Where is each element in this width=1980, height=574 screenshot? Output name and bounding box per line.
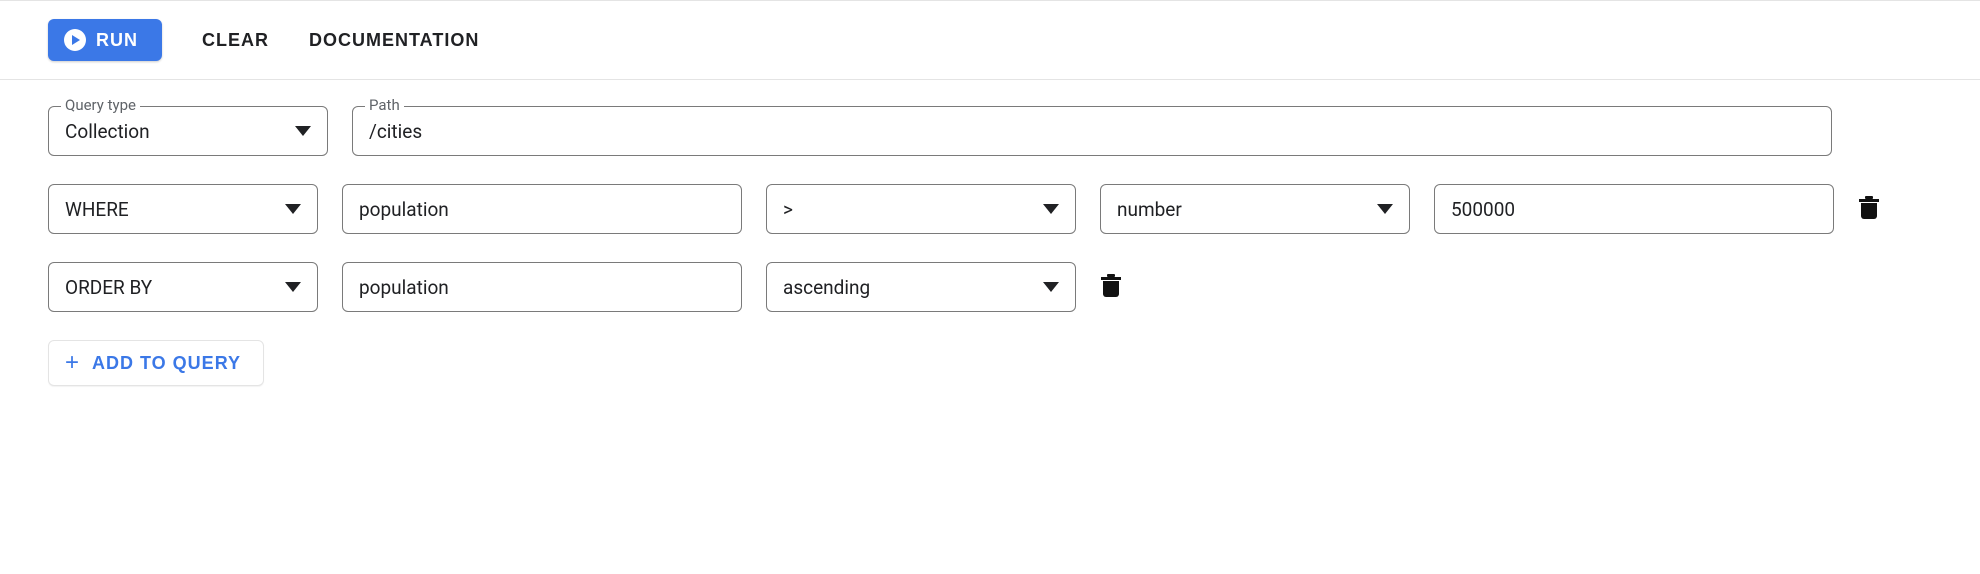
orderby-row: ORDER BY ascending bbox=[48, 262, 1932, 312]
where-clause-select[interactable]: WHERE bbox=[48, 184, 318, 234]
where-operator-value: > bbox=[783, 198, 1031, 221]
chevron-down-icon bbox=[1377, 204, 1393, 214]
path-input[interactable] bbox=[369, 120, 1815, 143]
path-input-field[interactable]: Path bbox=[352, 106, 1832, 156]
trash-icon bbox=[1859, 199, 1879, 202]
where-type-select[interactable]: number bbox=[1100, 184, 1410, 234]
chevron-down-icon bbox=[285, 204, 301, 214]
where-row: WHERE > number bbox=[48, 184, 1932, 234]
run-label: RUN bbox=[96, 30, 138, 51]
orderby-field[interactable] bbox=[359, 276, 725, 299]
add-row: + ADD TO QUERY bbox=[48, 340, 1932, 386]
orderby-clause-select[interactable]: ORDER BY bbox=[48, 262, 318, 312]
query-builder: Query type Collection Path WHERE > numbe… bbox=[0, 80, 1980, 412]
where-value[interactable] bbox=[1451, 198, 1817, 221]
add-to-query-label: ADD TO QUERY bbox=[92, 353, 241, 374]
query-type-path-row: Query type Collection Path bbox=[48, 106, 1932, 156]
orderby-clause-label: ORDER BY bbox=[65, 276, 273, 299]
query-type-legend: Query type bbox=[61, 96, 140, 114]
add-to-query-button[interactable]: + ADD TO QUERY bbox=[48, 340, 264, 386]
toolbar: RUN CLEAR DOCUMENTATION bbox=[0, 0, 1980, 80]
query-type-value: Collection bbox=[65, 120, 283, 143]
where-field[interactable] bbox=[359, 198, 725, 221]
query-type-select[interactable]: Query type Collection bbox=[48, 106, 328, 156]
orderby-direction-select[interactable]: ascending bbox=[766, 262, 1076, 312]
path-legend: Path bbox=[365, 96, 404, 114]
chevron-down-icon bbox=[295, 126, 311, 136]
where-value-input[interactable] bbox=[1434, 184, 1834, 234]
orderby-direction-value: ascending bbox=[783, 276, 1031, 299]
chevron-down-icon bbox=[1043, 204, 1059, 214]
play-icon bbox=[64, 29, 86, 51]
documentation-link[interactable]: DOCUMENTATION bbox=[309, 30, 479, 51]
clear-button[interactable]: CLEAR bbox=[202, 30, 269, 51]
where-operator-select[interactable]: > bbox=[766, 184, 1076, 234]
run-button[interactable]: RUN bbox=[48, 19, 162, 61]
delete-orderby-button[interactable] bbox=[1100, 277, 1122, 297]
where-type-value: number bbox=[1117, 198, 1365, 221]
delete-where-button[interactable] bbox=[1858, 199, 1880, 219]
plus-icon: + bbox=[65, 351, 80, 375]
chevron-down-icon bbox=[1043, 282, 1059, 292]
orderby-field-input[interactable] bbox=[342, 262, 742, 312]
where-clause-label: WHERE bbox=[65, 198, 273, 221]
trash-icon bbox=[1101, 277, 1121, 280]
chevron-down-icon bbox=[285, 282, 301, 292]
where-field-input[interactable] bbox=[342, 184, 742, 234]
